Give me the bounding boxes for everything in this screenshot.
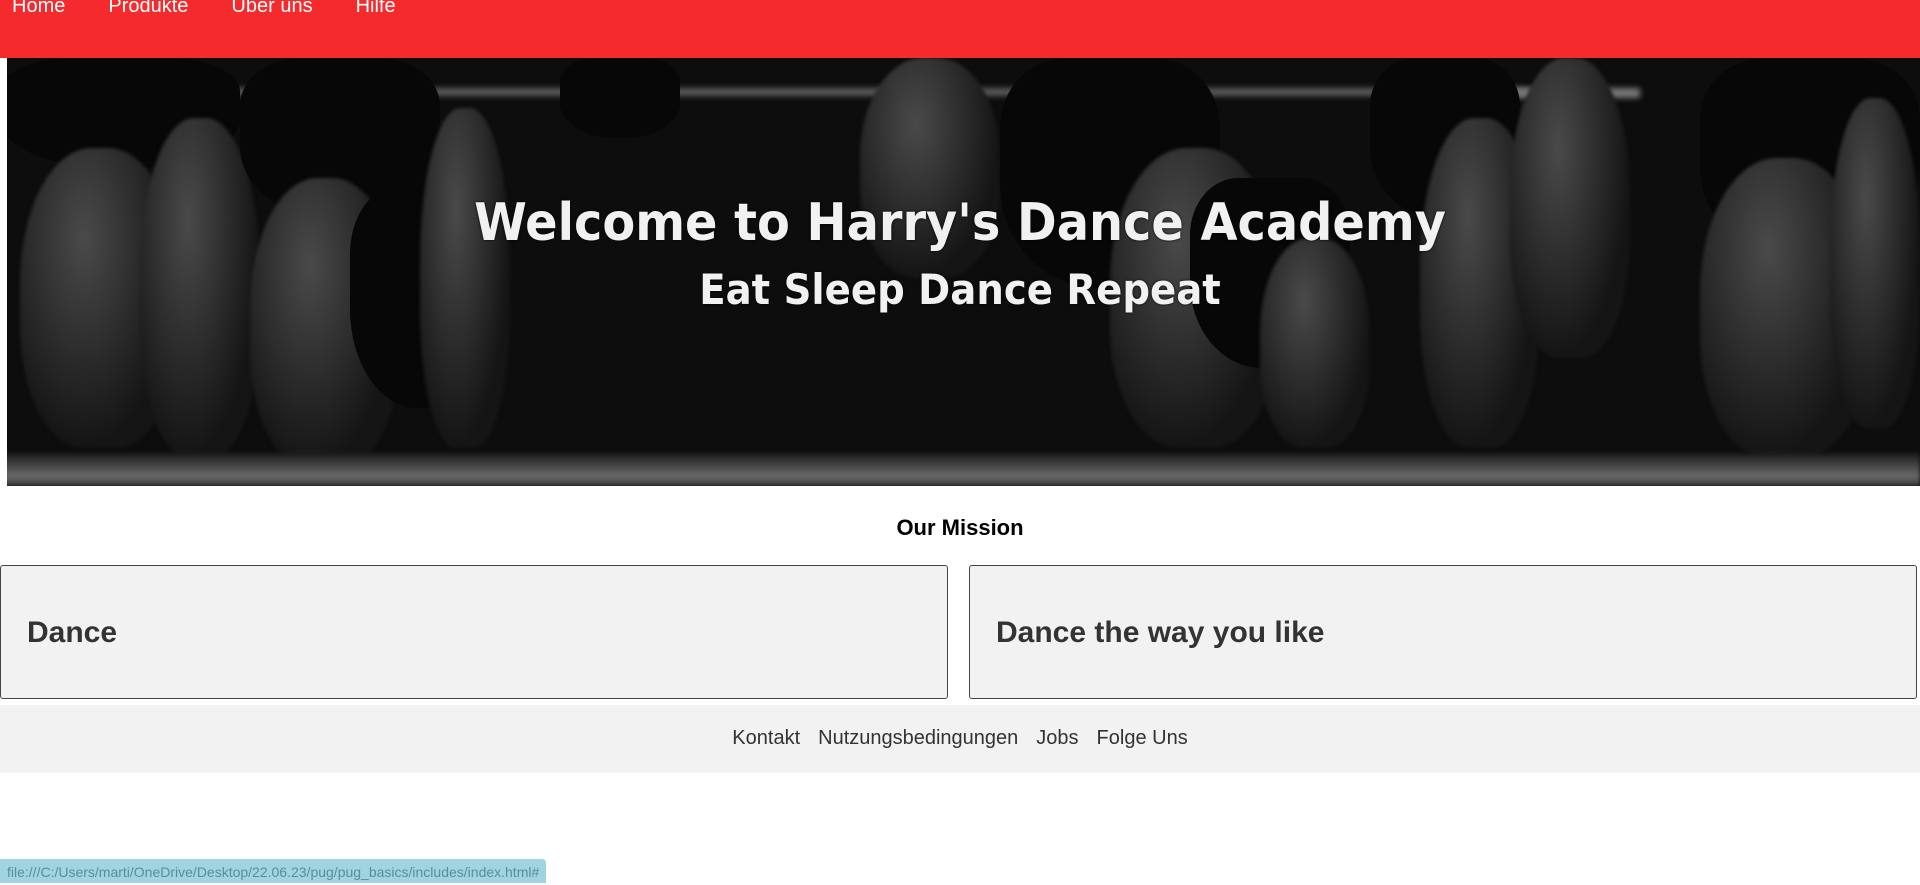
nav-list: Home Produkte Über uns Hilfe: [12, 0, 439, 17]
nav-link-hilfe[interactable]: Hilfe: [356, 0, 396, 17]
mission-card-title: Dance: [27, 616, 118, 649]
hero-banner: Welcome to Harry's Dance Academy Eat Sle…: [0, 58, 1920, 486]
footer-link-kontakt[interactable]: Kontakt: [732, 727, 800, 750]
hero-subtitle: Eat Sleep Dance Repeat: [699, 265, 1221, 314]
mission-card-dance: Dance: [0, 565, 948, 699]
nav-link-ueber-uns[interactable]: Über uns: [231, 0, 312, 17]
footer-link-nutzungsbedingungen[interactable]: Nutzungsbedingungen: [818, 727, 1018, 750]
mission-card-dance-the-way: Dance the way you like: [969, 565, 1917, 699]
nav-link-produkte[interactable]: Produkte: [108, 0, 188, 17]
footer: Kontakt Nutzungsbedingungen Jobs Folge U…: [0, 705, 1920, 773]
mission-heading: Our Mission: [896, 515, 1024, 540]
hero-title: Welcome to Harry's Dance Academy: [474, 193, 1446, 253]
top-navbar: Home Produkte Über uns Hilfe: [0, 0, 1920, 58]
footer-links: Kontakt Nutzungsbedingungen Jobs Folge U…: [0, 727, 1920, 750]
footer-link-folge-uns[interactable]: Folge Uns: [1097, 727, 1188, 750]
footer-link-jobs[interactable]: Jobs: [1036, 727, 1078, 750]
nav-link-home[interactable]: Home: [12, 0, 65, 17]
browser-status-bar-url: file:///C:/Users/marti/OneDrive/Desktop/…: [0, 859, 547, 883]
mission-card-title: Dance the way you like: [996, 616, 1325, 649]
